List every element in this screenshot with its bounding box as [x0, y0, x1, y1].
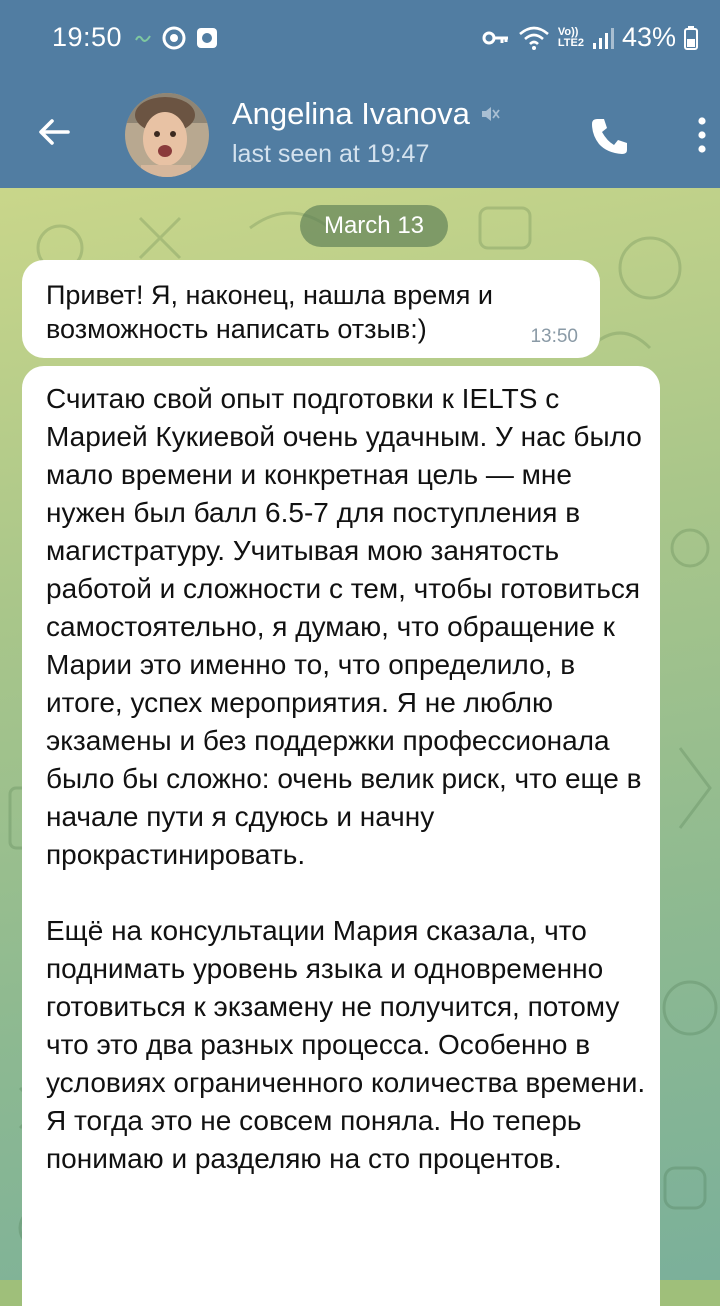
- battery-percent: 43%: [621, 22, 676, 52]
- last-seen: last seen at 19:47: [232, 140, 430, 168]
- battery-icon: [684, 25, 698, 50]
- message-bubble[interactable]: Привет! Я, наконец, нашла время и возмож…: [22, 260, 600, 358]
- message-bubble[interactable]: Считаю свой опыт подготовки к IELTS с Ма…: [22, 366, 660, 1306]
- app-bar: 19:50 Vo)) LTE2 43% Angelina Ivanova las…: [0, 0, 720, 188]
- volte-label-bottom: LTE2: [557, 36, 584, 49]
- message-time: 13:50: [530, 326, 578, 347]
- back-arrow-icon[interactable]: [34, 112, 74, 152]
- link-icon: [135, 35, 151, 42]
- chrome-icon: [162, 26, 186, 50]
- signal-icon: [592, 27, 614, 49]
- status-time: 19:50: [52, 22, 123, 52]
- avatar[interactable]: [125, 93, 209, 177]
- phone-call-icon[interactable]: [588, 114, 632, 158]
- more-menu-icon[interactable]: [692, 113, 712, 157]
- chat-title[interactable]: Angelina Ivanova: [232, 96, 500, 132]
- status-right-icons: Vo)) LTE2 43%: [482, 22, 698, 53]
- muted-icon: [481, 107, 500, 121]
- date-separator: March 13: [300, 205, 448, 247]
- message-text: Считаю свой опыт подготовки к IELTS с Ма…: [46, 383, 646, 1174]
- status-left-icons: [134, 26, 218, 50]
- key-icon: [482, 31, 508, 44]
- status-bar: 19:50 Vo)) LTE2 43%: [0, 0, 720, 80]
- volte-label-top: Vo)): [557, 25, 579, 38]
- wifi-icon: [519, 26, 549, 50]
- app-square-icon: [197, 28, 217, 48]
- message-text: Привет! Я, наконец, нашла время и возмож…: [46, 280, 493, 344]
- contact-name[interactable]: Angelina Ivanova: [232, 96, 470, 132]
- volte-icon: Vo)) LTE2: [557, 25, 584, 49]
